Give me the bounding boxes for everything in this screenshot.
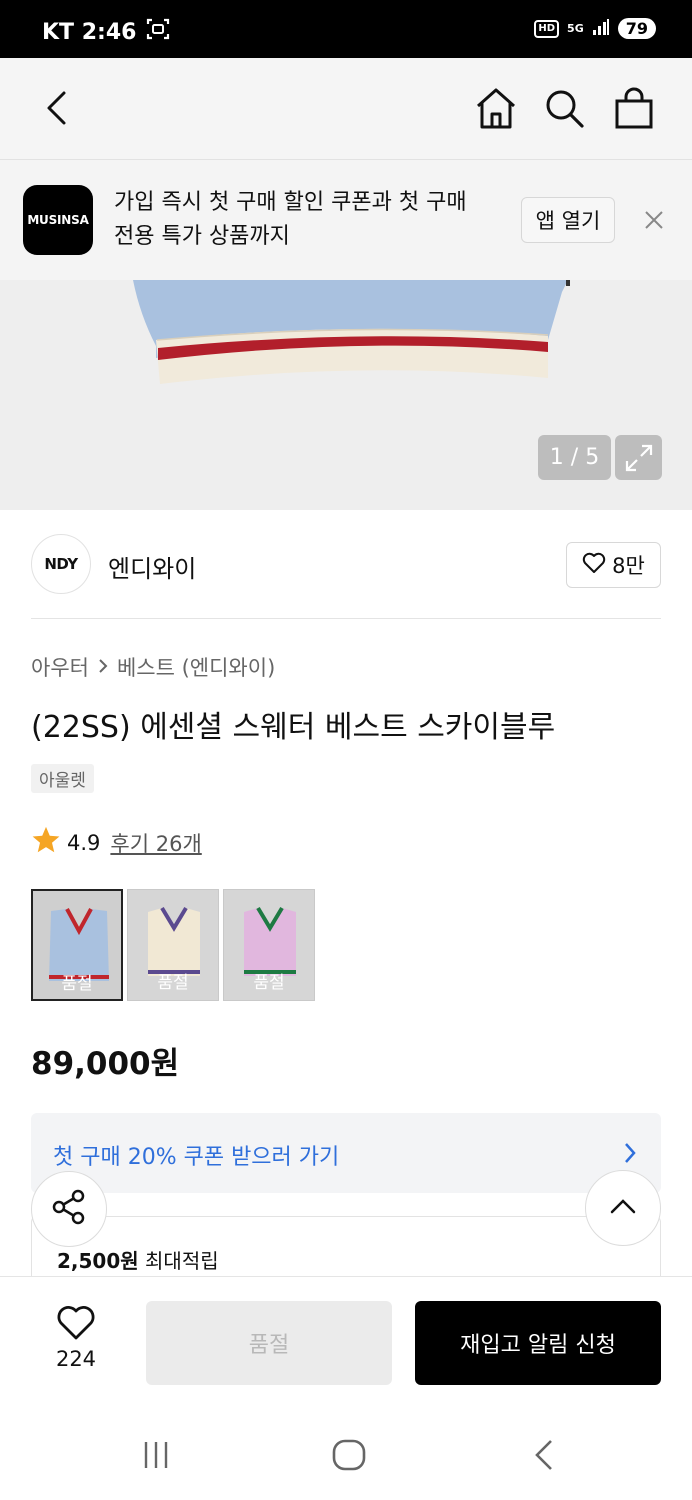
open-app-button[interactable]: 앱 열기 — [521, 197, 615, 243]
system-back-icon[interactable] — [524, 1437, 564, 1473]
home-button-icon[interactable] — [329, 1437, 369, 1473]
wishlist-button[interactable]: 224 — [46, 1305, 106, 1371]
heart-icon — [582, 552, 606, 579]
image-counter: 1 / 5 — [538, 435, 611, 480]
expand-icon[interactable] — [615, 435, 662, 480]
carrier-time: KT 2:46 — [42, 19, 137, 45]
home-icon[interactable] — [474, 86, 518, 130]
recent-apps-icon[interactable] — [136, 1437, 176, 1473]
network-badge: 5G — [567, 21, 584, 35]
soldout-label: 품절 — [157, 973, 189, 993]
app-install-banner: MUSINSA 가입 즉시 첫 구매 할인 쿠폰과 첫 구매 전용 특가 상품까… — [0, 160, 692, 280]
soldout-label: 품절 — [253, 973, 285, 993]
points-amount: 2,500원 — [57, 1249, 139, 1273]
brand-row: NDY 엔디와이 8만 — [31, 533, 661, 619]
brand-like-button[interactable]: 8만 — [566, 542, 661, 588]
rating-value: 4.9 — [67, 830, 101, 855]
close-icon[interactable] — [640, 206, 668, 234]
product-image-gallery[interactable]: 1 / 5 — [0, 280, 692, 510]
color-option-skyblue[interactable]: 품절 — [31, 889, 123, 1001]
hd-badge: HD — [534, 19, 560, 38]
breadcrumb-category[interactable]: 아우터 — [31, 652, 89, 682]
top-navigation — [0, 58, 692, 160]
breadcrumb: 아우터 베스트 (엔디와이) — [31, 652, 275, 682]
restock-alert-button[interactable]: 재입고 알림 신청 — [415, 1301, 661, 1385]
product-title: (22SS) 에센셜 스웨터 베스트 스카이블루 — [31, 710, 556, 745]
chevron-right-icon — [623, 1141, 637, 1169]
share-icon — [50, 1188, 88, 1230]
wishlist-count: 224 — [55, 1347, 97, 1371]
cart-icon[interactable] — [612, 86, 656, 130]
outlet-tag: 아울렛 — [31, 764, 94, 793]
coupon-text: 첫 구매 20% 쿠폰 받으러 가기 — [53, 1145, 340, 1170]
chevron-up-icon — [609, 1197, 637, 1219]
brand-name[interactable]: 엔디와이 — [108, 549, 196, 584]
color-options: 품절 품절 품절 — [31, 889, 315, 1001]
points-label: 최대적립 — [145, 1249, 219, 1273]
screenshot-icon — [146, 18, 170, 46]
breadcrumb-subcategory[interactable]: 베스트 (엔디와이) — [117, 652, 275, 682]
status-bar: KT 2:46 HD 5G 79 — [0, 0, 692, 58]
signal-icon — [592, 18, 610, 39]
soldout-button: 품절 — [146, 1301, 392, 1385]
share-button[interactable] — [31, 1171, 107, 1247]
bottom-action-bar: 224 품절 재입고 알림 신청 — [0, 1276, 692, 1411]
rating: 4.9 후기 26개 — [31, 825, 202, 860]
banner-text: 가입 즉시 첫 구매 할인 쿠폰과 첫 구매 전용 특가 상품까지 — [114, 190, 467, 249]
system-navigation-bar — [0, 1411, 692, 1500]
back-icon[interactable] — [34, 86, 78, 130]
reviews-link[interactable]: 후기 26개 — [110, 828, 201, 858]
brand-like-count: 8만 — [612, 554, 645, 578]
battery-indicator: 79 — [617, 18, 656, 39]
heart-icon — [56, 1306, 96, 1345]
chevron-right-icon — [97, 655, 109, 679]
coupon-banner[interactable]: 첫 구매 20% 쿠폰 받으러 가기 — [31, 1113, 661, 1193]
color-option-ivory[interactable]: 품절 — [127, 889, 219, 1001]
product-price: 89,000원 — [31, 1046, 180, 1082]
soldout-label: 품절 — [61, 974, 93, 994]
musinsa-logo: MUSINSA — [23, 185, 93, 255]
scroll-top-button[interactable] — [585, 1170, 661, 1246]
search-icon[interactable] — [542, 86, 586, 130]
color-option-pink[interactable]: 품절 — [223, 889, 315, 1001]
brand-logo[interactable]: NDY — [31, 534, 91, 594]
star-icon — [31, 825, 61, 860]
